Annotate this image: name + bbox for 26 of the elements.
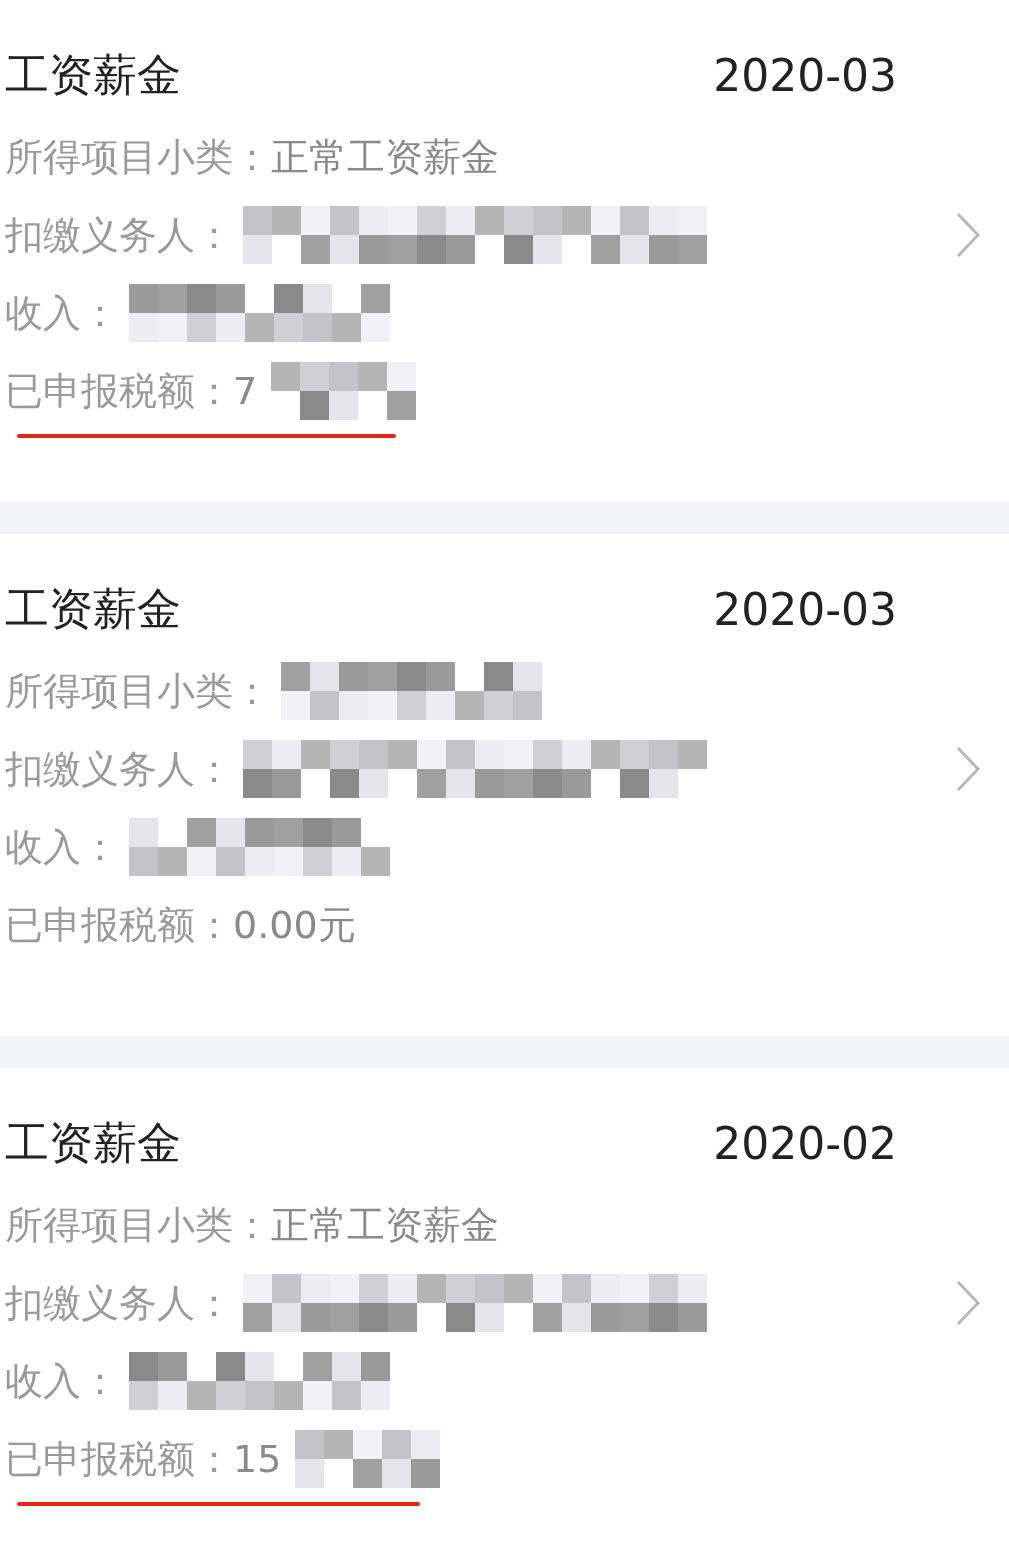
field-label: 扣缴义务人： xyxy=(5,745,233,793)
field-label: 已申报税额： xyxy=(5,1435,233,1483)
field-value: 正常工资薪金 xyxy=(271,1201,499,1249)
field-label: 所得项目小类： xyxy=(5,667,271,715)
field-value: 7 xyxy=(233,369,258,413)
field-label: 收入： xyxy=(5,823,119,871)
field-label: 扣缴义务人： xyxy=(5,1279,233,1327)
chevron-right-icon[interactable] xyxy=(955,745,981,793)
field-label: 所得项目小类： xyxy=(5,133,271,181)
field-label: 扣缴义务人： xyxy=(5,211,233,259)
field-value: 正常工资薪金 xyxy=(271,133,499,181)
record-title: 工资薪金 xyxy=(5,1115,181,1170)
record-title: 工资薪金 xyxy=(5,581,181,636)
field-label: 已申报税额： xyxy=(5,367,233,415)
field-value: 0.00元 xyxy=(233,901,356,949)
field-label: 收入： xyxy=(5,1357,119,1405)
record-period: 2020-03 xyxy=(713,583,897,635)
record-period: 2020-02 xyxy=(713,1117,897,1169)
field-label: 已申报税额： xyxy=(5,901,233,949)
record-title: 工资薪金 xyxy=(5,47,181,102)
chevron-right-icon[interactable] xyxy=(955,211,981,259)
chevron-right-icon[interactable] xyxy=(955,1279,981,1327)
field-value: 15 xyxy=(233,1437,282,1481)
field-label: 所得项目小类： xyxy=(5,1201,271,1249)
record-period: 2020-03 xyxy=(713,49,897,101)
field-label: 收入： xyxy=(5,289,119,337)
